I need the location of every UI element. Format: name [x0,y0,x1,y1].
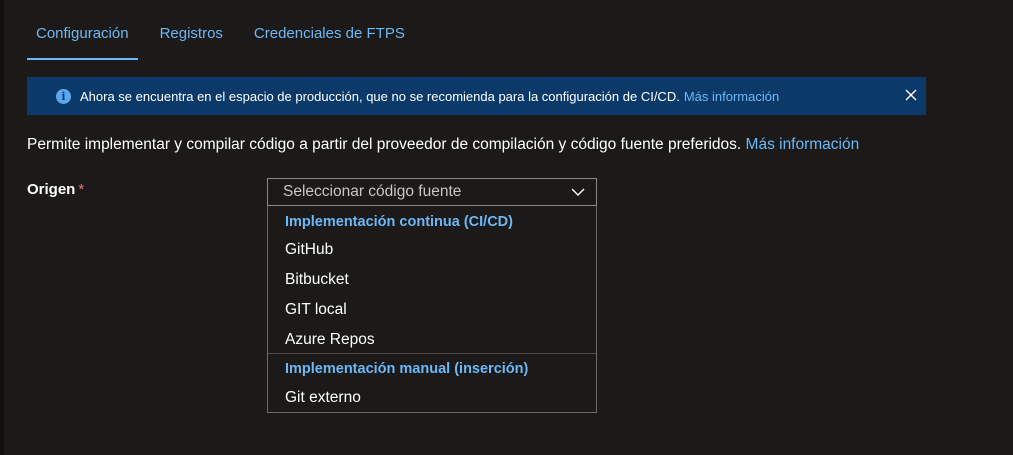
required-mark: * [78,181,85,198]
banner-message: Ahora se encuentra en el espacio de prod… [80,88,680,104]
group-header-continuous: Implementación continua (CI/CD) [285,214,513,230]
option-bitbucket[interactable]: Bitbucket [268,265,596,295]
origin-label: Origen * [27,181,84,198]
description-text: Permite implementar y compilar código a … [27,136,742,153]
tab-registros[interactable]: Registros [151,18,232,58]
tab-bar: Configuración Registros Credenciales de … [27,18,427,62]
option-git-externo[interactable]: Git externo [268,383,596,413]
window-edge [0,0,4,455]
source-dropdown-menu: Implementación continua (CI/CD) GitHub B… [267,206,597,413]
origin-label-text: Origen [27,181,76,198]
tab-configuracion[interactable]: Configuración [27,18,138,60]
info-banner: i Ahora se encuentra en el espacio de pr… [27,77,926,115]
menu-divider [268,353,596,354]
option-git-local[interactable]: GIT local [268,295,596,325]
description-more-info-link[interactable]: Más información [746,136,860,153]
option-github[interactable]: GitHub [268,235,596,265]
source-dropdown-placeholder: Seleccionar código fuente [283,183,462,200]
group-header-manual: Implementación manual (inserción) [285,361,529,377]
source-dropdown[interactable]: Seleccionar código fuente [267,178,597,206]
info-icon: i [56,88,71,104]
banner-more-info-link[interactable]: Más información [684,89,779,104]
description: Permite implementar y compilar código a … [27,136,859,154]
close-icon[interactable] [902,86,920,104]
option-azure-repos[interactable]: Azure Repos [268,325,596,355]
tab-credenciales-ftps[interactable]: Credenciales de FTPS [245,18,414,58]
chevron-down-icon [571,188,585,196]
